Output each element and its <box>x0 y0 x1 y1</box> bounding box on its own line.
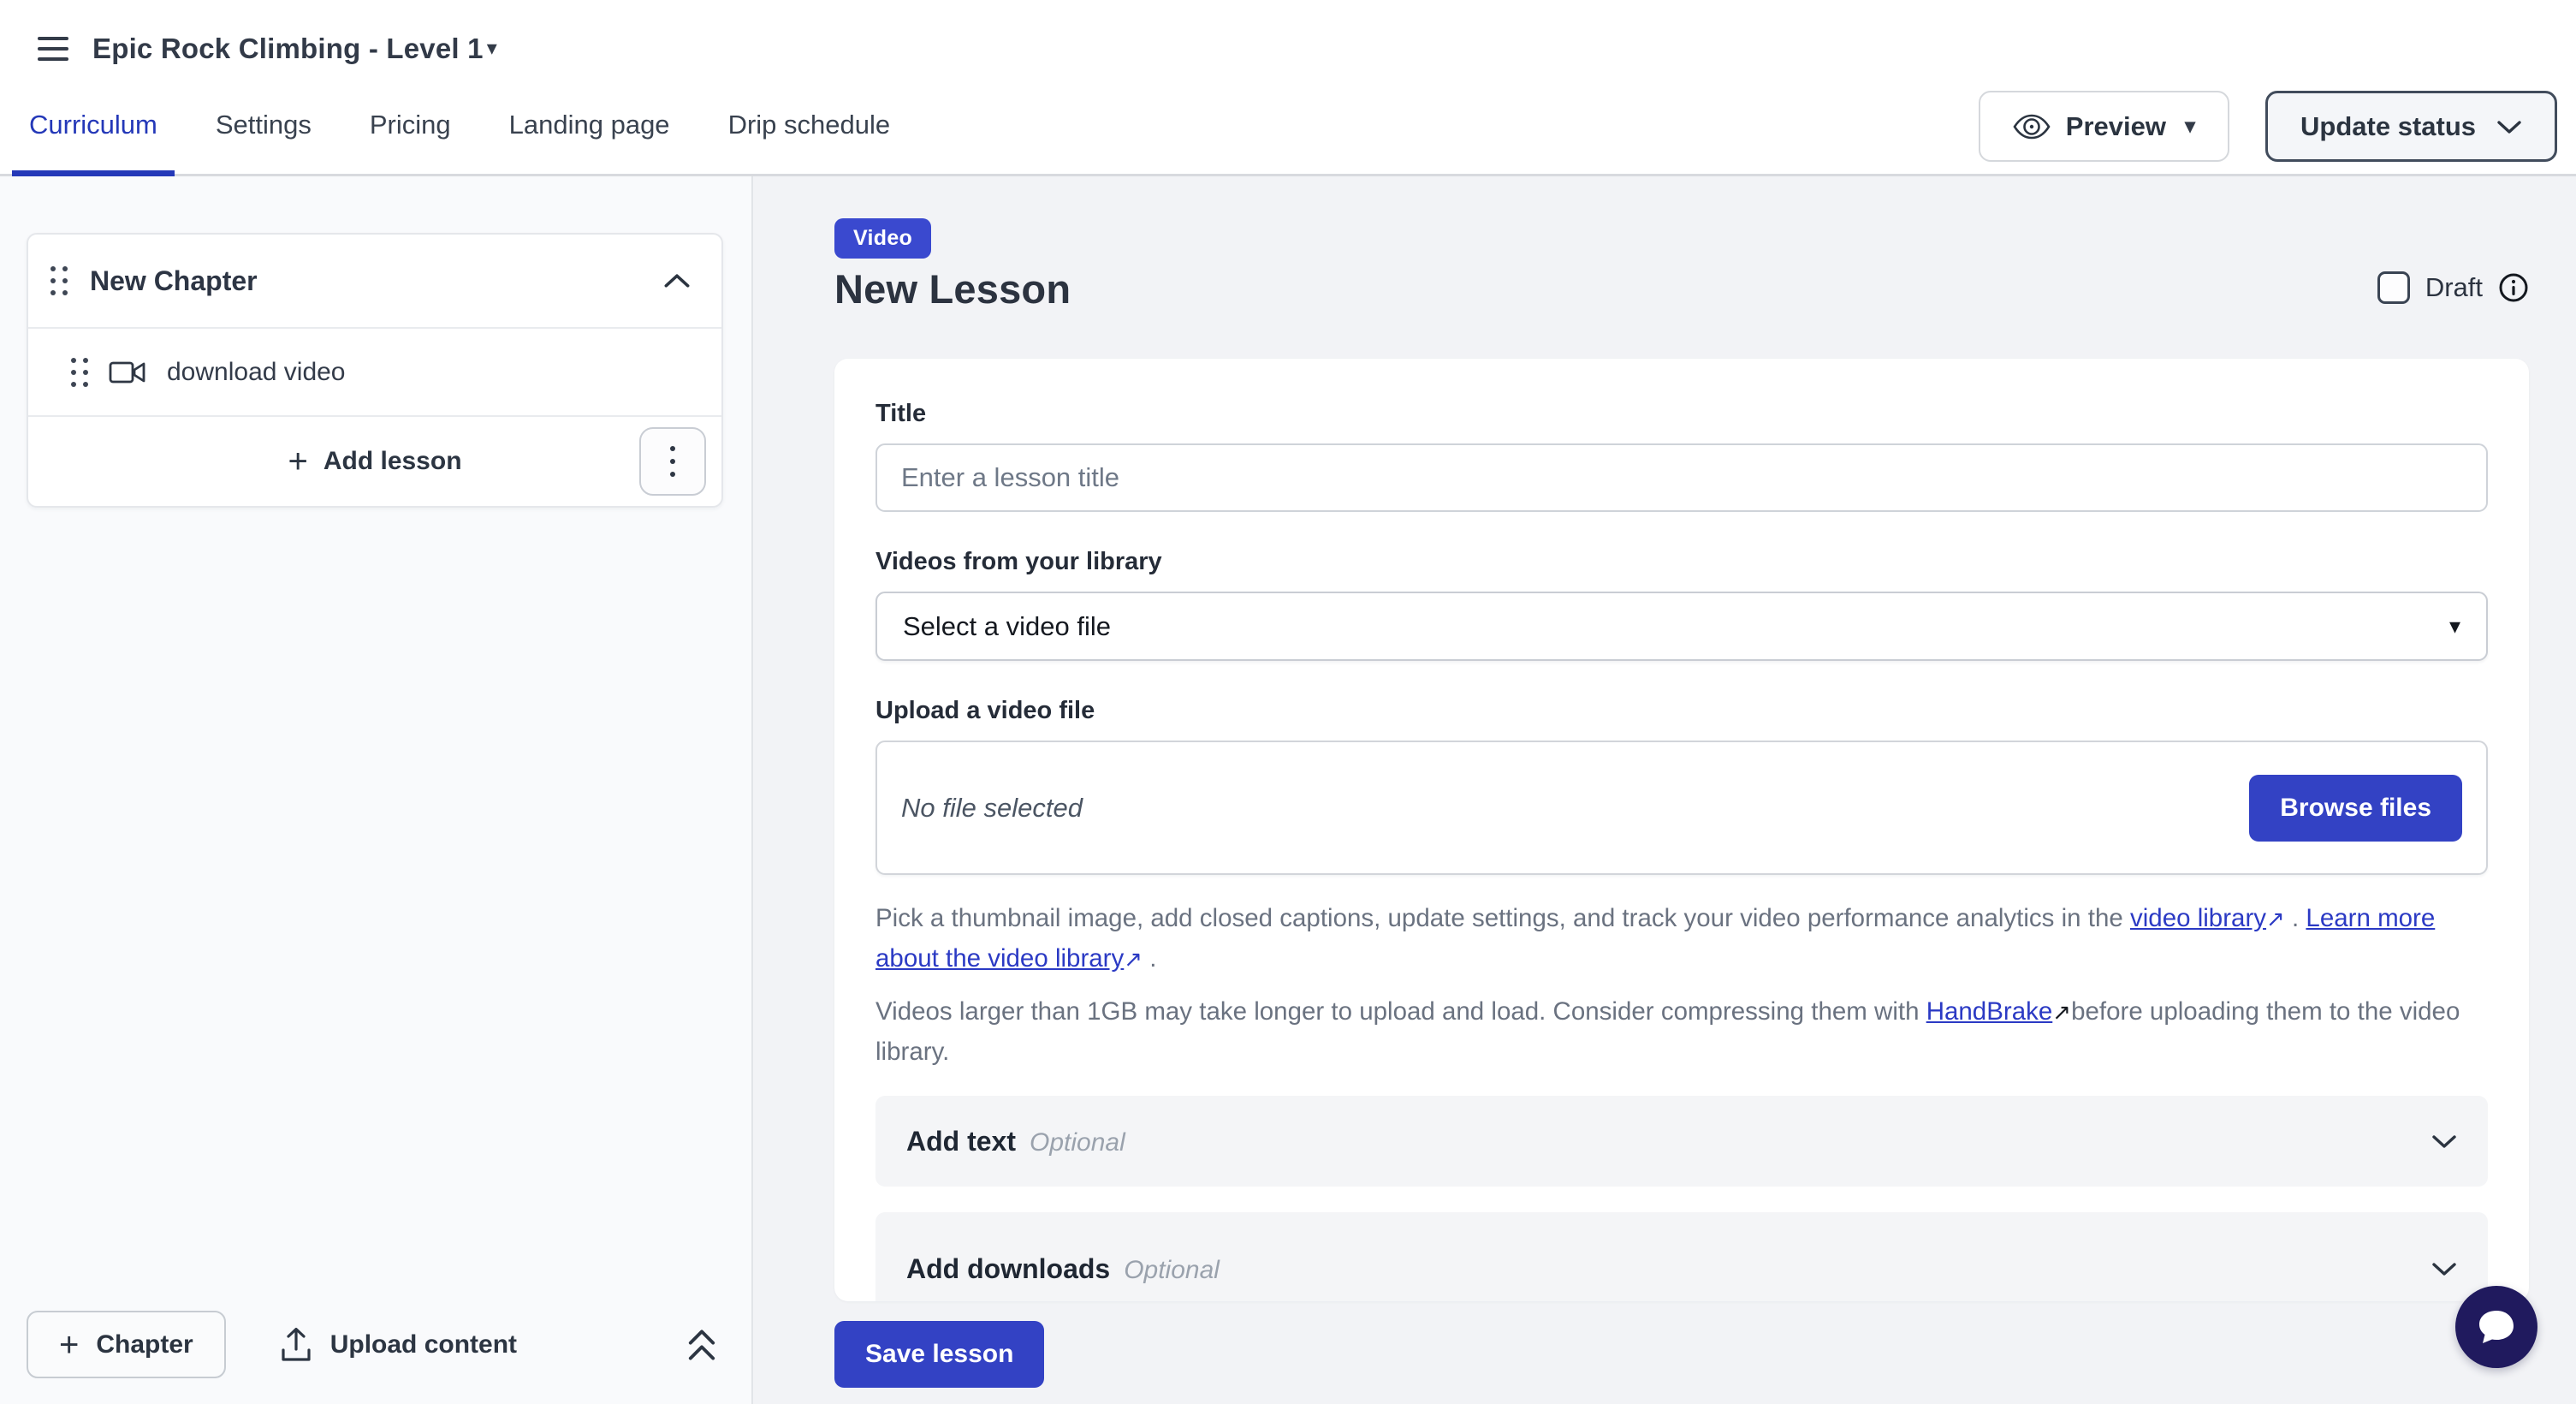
kebab-menu-icon <box>670 446 675 477</box>
chat-bubble-icon <box>2474 1306 2519 1348</box>
add-downloads-accordion[interactable]: Add downloads Optional <box>875 1212 2488 1301</box>
tab-settings[interactable]: Settings <box>199 79 329 176</box>
lesson-title-input[interactable] <box>875 443 2488 512</box>
file-upload-box: No file selected Browse files <box>875 741 2488 875</box>
video-file-select-value: Select a video file <box>903 611 1111 642</box>
page-title: New Lesson <box>834 265 1071 312</box>
top-bar: Epic Rock Climbing - Level 1 ▾ Curriculu… <box>0 0 2576 176</box>
tab-landing-page[interactable]: Landing page <box>492 79 687 176</box>
add-chapter-label: Chapter <box>96 1330 193 1359</box>
title-bar: Epic Rock Climbing - Level 1 ▾ <box>0 0 2576 79</box>
drag-handle-icon[interactable] <box>71 358 88 387</box>
optional-hint: Optional <box>1030 1128 1125 1157</box>
external-link-icon: ↗ <box>2266 901 2285 937</box>
tab-pricing[interactable]: Pricing <box>353 79 468 176</box>
handbrake-link[interactable]: HandBrake <box>1926 997 2053 1026</box>
no-file-text: No file selected <box>901 793 1083 824</box>
add-text-accordion[interactable]: Add text Optional <box>875 1096 2488 1187</box>
chapter-title: New Chapter <box>90 265 641 297</box>
save-lesson-button[interactable]: Save lesson <box>834 1321 1044 1388</box>
tab-curriculum[interactable]: Curriculum <box>12 79 175 176</box>
preview-button[interactable]: Preview ▾ <box>1979 91 2229 162</box>
lesson-type-badge: Video <box>834 218 931 259</box>
lesson-item[interactable]: download video <box>28 327 721 415</box>
sidebar-footer: + Chapter Upload content <box>27 1311 717 1378</box>
add-downloads-label: Add downloads <box>906 1253 1110 1285</box>
title-field-label: Title <box>875 400 2488 428</box>
course-title: Epic Rock Climbing - Level 1 <box>92 33 484 65</box>
help-text: . <box>2285 904 2306 932</box>
chevron-down-icon <box>2496 119 2522 134</box>
add-lesson-button[interactable]: + Add lesson <box>288 444 461 479</box>
lesson-form-card: Title Videos from your library Select a … <box>834 359 2529 1301</box>
compression-help-text: Videos larger than 1GB may take longer t… <box>875 992 2488 1072</box>
draft-toggle: Draft <box>2377 271 2529 312</box>
chapter-card: New Chapter download video + Add lesson <box>27 233 723 508</box>
title-field: Title <box>875 400 2488 512</box>
upload-video-field: Upload a video file No file selected Bro… <box>875 697 2488 875</box>
collapse-all-icon[interactable] <box>686 1326 717 1364</box>
external-link-icon: ↗ <box>1124 942 1143 977</box>
chapter-header[interactable]: New Chapter <box>28 235 721 327</box>
upload-content-button[interactable]: Upload content <box>279 1327 686 1363</box>
save-row: Save lesson <box>834 1321 2529 1388</box>
add-chapter-button[interactable]: + Chapter <box>27 1311 226 1378</box>
course-title-dropdown[interactable]: Epic Rock Climbing - Level 1 ▾ <box>92 33 497 65</box>
lesson-header: New Lesson Draft <box>834 259 2529 312</box>
tab-drip-schedule[interactable]: Drip schedule <box>711 79 908 176</box>
video-library-label: Videos from your library <box>875 548 2488 576</box>
top-actions: Preview ▾ Update status <box>1979 91 2557 162</box>
video-library-link[interactable]: video library <box>2130 904 2266 932</box>
lesson-editor-panel: Video New Lesson Draft Title Videos from… <box>753 176 2576 1404</box>
preview-label: Preview <box>2066 111 2166 142</box>
video-camera-icon <box>109 360 146 385</box>
lesson-title: download video <box>167 358 346 387</box>
chevron-down-icon <box>2431 1261 2457 1276</box>
chevron-up-icon[interactable] <box>663 273 691 289</box>
update-status-button[interactable]: Update status <box>2265 91 2557 162</box>
tab-row: Curriculum Settings Pricing Landing page… <box>0 79 2576 174</box>
chapter-options-button[interactable] <box>639 427 706 496</box>
curriculum-sidebar: New Chapter download video + Add lesson <box>0 176 753 1404</box>
update-status-label: Update status <box>2300 111 2476 142</box>
plus-icon: + <box>59 1328 79 1362</box>
draft-label: Draft <box>2425 272 2483 303</box>
draft-checkbox[interactable] <box>2377 271 2410 304</box>
info-icon[interactable] <box>2498 272 2529 303</box>
chat-widget-button[interactable] <box>2455 1286 2537 1368</box>
upload-content-label: Upload content <box>330 1330 517 1359</box>
eye-icon <box>2013 114 2051 140</box>
tabs-nav: Curriculum Settings Pricing Landing page… <box>0 79 907 174</box>
external-link-icon: ↗ <box>2052 995 2071 1030</box>
drag-handle-icon[interactable] <box>50 266 68 295</box>
hamburger-menu-icon[interactable] <box>38 37 68 61</box>
help-text: . <box>1143 944 1156 973</box>
chapter-footer: + Add lesson <box>28 415 721 506</box>
video-file-select[interactable]: Select a video file ▾ <box>875 592 2488 661</box>
chevron-down-icon <box>2431 1133 2457 1149</box>
browse-files-button[interactable]: Browse files <box>2249 775 2462 842</box>
help-text: Videos larger than 1GB may take longer t… <box>875 997 1926 1026</box>
caret-down-icon: ▾ <box>2449 613 2460 640</box>
upload-video-label: Upload a video file <box>875 697 2488 725</box>
add-text-label: Add text <box>906 1126 1016 1157</box>
caret-down-icon: ▾ <box>487 39 497 59</box>
video-library-field: Videos from your library Select a video … <box>875 548 2488 661</box>
help-text: Pick a thumbnail image, add closed capti… <box>875 904 2130 932</box>
video-library-help-text: Pick a thumbnail image, add closed capti… <box>875 899 2488 979</box>
upload-icon <box>279 1327 313 1363</box>
caret-down-icon: ▾ <box>2185 116 2195 137</box>
add-lesson-label: Add lesson <box>323 447 462 476</box>
content-area: New Chapter download video + Add lesson <box>0 176 2576 1404</box>
plus-icon: + <box>288 444 307 479</box>
optional-hint: Optional <box>1124 1256 1220 1285</box>
